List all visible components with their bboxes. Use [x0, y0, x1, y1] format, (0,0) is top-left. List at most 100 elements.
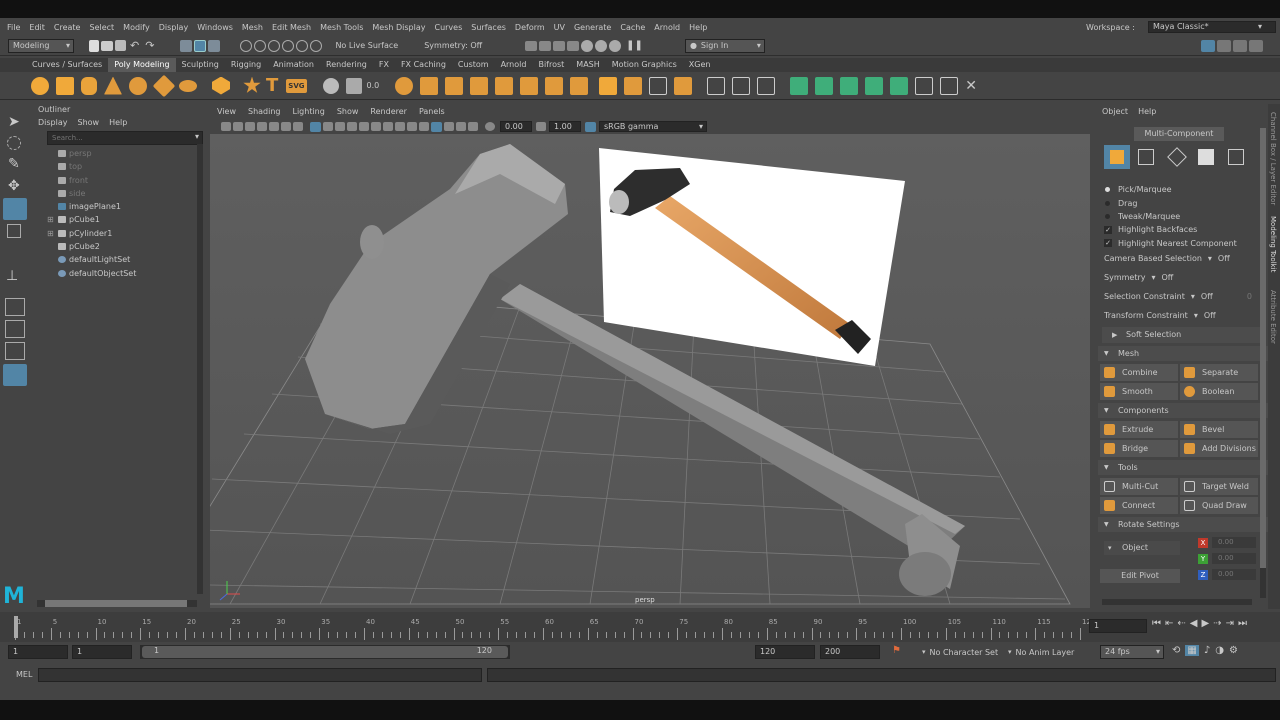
step-back-key-icon[interactable]: ⇤	[1165, 618, 1173, 629]
tool-settings-icon[interactable]	[1233, 39, 1247, 52]
menu-uv[interactable]: UV	[554, 23, 565, 32]
shelf-tab-xgen[interactable]: XGen	[683, 58, 717, 72]
use-all-lights-icon[interactable]	[359, 122, 369, 131]
bookmark-icon[interactable]	[245, 122, 255, 131]
checkbox-icon[interactable]: ✓	[1104, 239, 1112, 248]
shelf-tab-rigging[interactable]: Rigging	[225, 58, 267, 72]
rotate-y-field[interactable]: Y 0.00	[1198, 551, 1256, 567]
smooth-shelf-icon[interactable]	[470, 76, 489, 95]
outliner-vscrollbar[interactable]	[197, 144, 203, 594]
menu-mesh[interactable]: Mesh	[242, 23, 263, 32]
menu-modify[interactable]: Modify	[123, 23, 150, 32]
combine-button[interactable]: Combine	[1100, 363, 1178, 381]
modeling-toolkit-tab[interactable]: Modeling Toolkit	[1269, 216, 1277, 280]
anti-aliasing-icon[interactable]	[407, 122, 417, 131]
go-to-end-icon[interactable]: ⏭	[1238, 618, 1247, 629]
bridge-button[interactable]: Bridge	[1100, 439, 1178, 457]
mirror-icon[interactable]	[570, 76, 589, 95]
components-section-header[interactable]: Components	[1098, 402, 1268, 418]
menu-surfaces[interactable]: Surfaces	[471, 23, 506, 32]
layout-uv-icon[interactable]	[940, 76, 959, 95]
poly-cube-icon[interactable]	[56, 76, 74, 95]
grid-icon[interactable]	[269, 122, 279, 131]
channel-box-icon[interactable]	[1249, 39, 1263, 52]
depth-of-field-icon[interactable]	[419, 122, 429, 131]
range-slider-handle[interactable]: 1 120	[142, 646, 508, 658]
quad-draw-button[interactable]: Quad Draw	[1180, 496, 1258, 514]
cache-toggle-icon[interactable]: ▦	[1185, 645, 1199, 656]
bevel-button[interactable]: Bevel	[1180, 420, 1258, 438]
boolean-difference-icon[interactable]	[520, 76, 539, 95]
menu-mesh-tools[interactable]: Mesh Tools	[320, 23, 363, 32]
object-mode-icon[interactable]	[1104, 145, 1130, 169]
toolkit-menu-help[interactable]: Help	[1138, 107, 1156, 116]
spherical-map-icon[interactable]	[865, 76, 884, 95]
outliner-item-pcube2[interactable]: pCube2	[33, 240, 207, 253]
workspace-dropdown[interactable]: Maya Classic* ▾	[1147, 21, 1276, 33]
expand-icon[interactable]: ⊞	[47, 227, 54, 240]
target-weld-button[interactable]: Target Weld	[1180, 477, 1258, 495]
rotate-tool-icon[interactable]	[3, 198, 27, 220]
viewport-menu-panels[interactable]: Panels	[419, 107, 445, 116]
edge-mode-icon[interactable]	[1167, 147, 1187, 167]
shelf-tab-arnold[interactable]: Arnold	[495, 58, 533, 72]
isolate-select-icon[interactable]	[431, 121, 442, 132]
outliner-item-pcylinder1[interactable]: ⊞ pCylinder1	[33, 227, 207, 240]
shelf-tab-custom[interactable]: Custom	[452, 58, 495, 72]
tools-section-header[interactable]: Tools	[1098, 459, 1268, 475]
cut-uv-icon[interactable]: ✕	[965, 78, 977, 94]
bridge-shelf-icon[interactable]	[624, 76, 643, 95]
arnold-render-icon[interactable]	[609, 39, 622, 52]
workspace-selector[interactable]: Workspace : Maya Classic* ▾	[1086, 21, 1276, 33]
uv-coord-icon[interactable]	[345, 77, 362, 94]
ipr-render-icon[interactable]	[553, 40, 566, 51]
step-forward-frame-icon[interactable]: ⇢	[1213, 618, 1221, 629]
channel-box-tab[interactable]: Channel Box / Layer Editor	[1269, 112, 1277, 222]
face-mode-icon[interactable]	[1198, 149, 1214, 165]
exposure-field[interactable]: 0.00	[500, 121, 532, 132]
outliner-hscroll-thumb[interactable]	[45, 600, 187, 607]
select-camera-icon[interactable]	[221, 122, 231, 131]
viewport-menu-view[interactable]: View	[217, 107, 236, 116]
viewport-menu-show[interactable]: Show	[337, 107, 359, 116]
select-tool-icon[interactable]: ➤	[8, 114, 30, 130]
menu-windows[interactable]: Windows	[197, 23, 233, 32]
toolkit-vscroll-thumb[interactable]	[1260, 128, 1266, 568]
motion-blur-icon[interactable]	[395, 122, 405, 131]
option-pick-marquee[interactable]: Pick/Marquee	[1104, 183, 1268, 196]
render-settings-icon[interactable]	[567, 40, 580, 51]
symmetry-option[interactable]: Symmetry ▾ Off	[1098, 268, 1268, 287]
poly-star-icon[interactable]	[243, 76, 261, 93]
redo-icon[interactable]: ↷	[145, 39, 154, 52]
menu-display[interactable]: Display	[159, 23, 189, 32]
open-scene-icon[interactable]	[101, 40, 113, 51]
attribute-editor-icon[interactable]	[1217, 39, 1231, 52]
shelf-tab-curves-surfaces[interactable]: Curves / Surfaces	[26, 58, 108, 72]
pause-icon[interactable]: ❚❚	[626, 40, 643, 51]
snap-bevel-icon[interactable]	[310, 39, 323, 52]
rotate-z-field[interactable]: Z 0.00	[1198, 567, 1256, 583]
lasso-tool-icon[interactable]	[7, 136, 21, 150]
expand-icon[interactable]: ⊞	[47, 213, 54, 226]
perspective-viewport[interactable]: persp	[210, 134, 1090, 608]
rotate-x-field[interactable]: X 0.00	[1198, 535, 1256, 551]
boolean-button[interactable]: Boolean	[1180, 382, 1258, 400]
add-divisions-button[interactable]: Add Divisions	[1180, 439, 1258, 457]
persp-outliner-layout-icon[interactable]	[5, 342, 25, 360]
shelf-tab-mash[interactable]: MASH	[570, 58, 605, 72]
xray-joints-icon[interactable]	[456, 122, 466, 131]
mel-input[interactable]	[38, 668, 482, 682]
current-frame-field[interactable]: 1	[1089, 619, 1147, 633]
boolean-intersection-icon[interactable]	[545, 76, 564, 95]
symmetry-label[interactable]: Symmetry: Off	[424, 41, 482, 50]
unfold-icon[interactable]	[915, 76, 934, 95]
poly-cylinder-icon[interactable]	[81, 76, 97, 95]
menu-edit[interactable]: Edit	[29, 23, 45, 32]
smooth-button[interactable]: Smooth	[1100, 382, 1178, 400]
camera-attributes-icon[interactable]	[233, 122, 243, 131]
scene-end-field[interactable]: 200	[820, 645, 880, 659]
outliner-item-defaultobjectset[interactable]: defaultObjectSet	[33, 267, 207, 280]
radio-icon[interactable]	[1105, 213, 1110, 219]
key-options-icon[interactable]: ◑	[1215, 645, 1224, 656]
scale-tool-icon[interactable]	[7, 224, 21, 238]
